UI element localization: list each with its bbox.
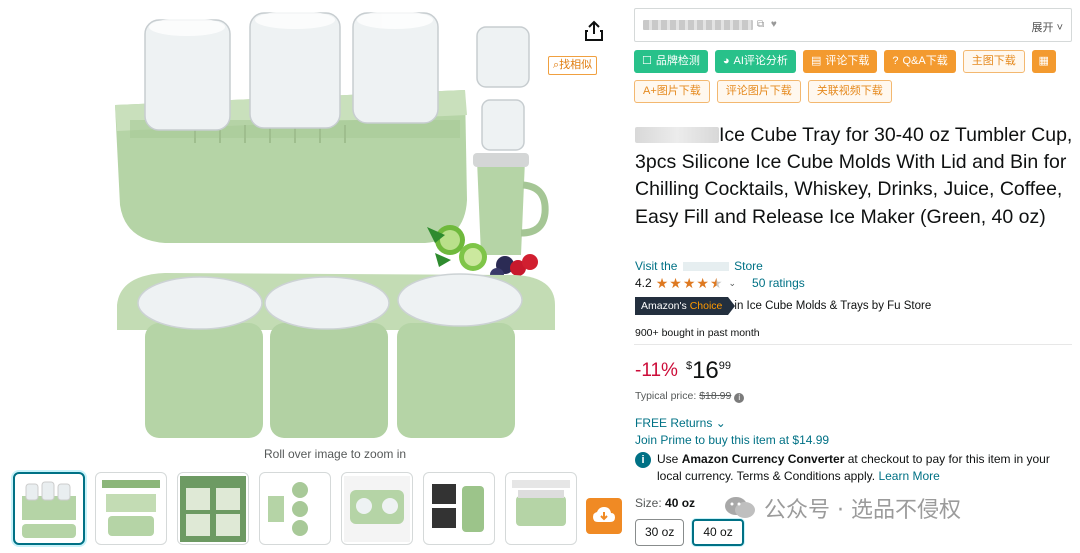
wechat-icon [725, 497, 755, 518]
thumbnail-2[interactable] [95, 472, 167, 545]
thumbnail-strip [13, 472, 577, 545]
image-gallery: ⌕找相似 Roll over image to zoom in [0, 0, 622, 553]
brand-check-button[interactable]: ☐ 品牌检测 [634, 50, 708, 73]
chevron-down-icon[interactable]: ⌄ [729, 278, 737, 289]
selected-size: 40 oz [665, 496, 696, 510]
learn-more-link[interactable]: Learn More [878, 469, 939, 483]
expand-toggle[interactable]: 展开 ˅ [1032, 19, 1063, 35]
plugin-search-bar[interactable]: ⧉ ♥ 展开 ˅ [634, 8, 1072, 42]
rating-value: 4.2 [635, 276, 652, 290]
currency-note-text: Use Amazon Currency Converter at checkou… [657, 452, 1050, 483]
divider [634, 344, 1072, 345]
size-label: Size: 40 oz [635, 496, 696, 510]
price-block: -11% $ 16 99 [635, 358, 731, 384]
price-whole: 16 [692, 357, 719, 384]
star-icon: ★ [655, 275, 669, 291]
blurred-store-name [682, 262, 729, 271]
star-icon: ★ [669, 275, 682, 291]
wechat-watermark: 公众号 · 选品不侵权 [724, 492, 961, 524]
product-info-panel: ⧉ ♥ 展开 ˅ ☐ 品牌检测 ◕ AI评论分析 ▤ 评论下载 ? Q&A下载 主图下载… [634, 0, 1074, 553]
aplus-image-download-button[interactable]: A+图片下载 [634, 80, 710, 103]
thumbnail-4[interactable] [259, 472, 331, 545]
pie-chart-icon: ◕ [722, 55, 730, 67]
store-link[interactable]: Visit the Store [635, 259, 763, 273]
thumbnail-5[interactable] [341, 472, 413, 545]
find-similar-button[interactable]: ⌕找相似 [548, 56, 598, 75]
blurred-brand [635, 127, 719, 143]
review-download-button[interactable]: ▤ 评论下载 [802, 50, 878, 73]
ai-review-analysis-button[interactable]: ◕ AI评论分析 [714, 50, 796, 73]
zoom-hint: Roll over image to zoom in [264, 447, 407, 461]
qa-download-button[interactable]: ? Q&A下载 [884, 50, 956, 73]
review-image-download-button[interactable]: 评论图片下载 [716, 80, 801, 103]
typical-price: Typical price: $18.99 i [635, 390, 745, 403]
bought-count: 900+ bought in past month [635, 327, 760, 339]
related-video-download-button[interactable]: 关联视频下载 [807, 80, 892, 103]
copy-icon[interactable]: ⧉ ♥ [757, 19, 779, 30]
choice-category[interactable]: in Ice Cube Molds & Trays by Fu Store [734, 300, 931, 312]
checkbox-icon: ☐ [642, 55, 652, 67]
cloud-download-icon [593, 507, 615, 522]
calculator-icon: ▦ [1038, 55, 1049, 67]
question-icon: ? [892, 55, 899, 67]
share-icon[interactable] [584, 20, 604, 42]
download-images-button[interactable] [586, 498, 622, 534]
join-prime-link[interactable]: Join Prime to buy this item at $14.99 [635, 433, 829, 447]
info-icon[interactable]: i [734, 393, 745, 403]
typical-price-value: $18.99 [699, 390, 732, 402]
rating-row: 4.2 ★ ★ ★ ★ ★ ⌄ 50 ratings [635, 276, 805, 290]
star-rating[interactable]: ★ ★ ★ ★ ★ [656, 276, 723, 290]
discount-percent: -11% [635, 360, 678, 381]
plugin-toolbar-row-1: ☐ 品牌检测 ◕ AI评论分析 ▤ 评论下载 ? Q&A下载 主图下载 ▦ [634, 50, 1056, 73]
thumbnail-3[interactable] [177, 472, 249, 545]
info-icon: i [635, 452, 651, 468]
find-similar-label: 找相似 [559, 59, 593, 71]
blurred-keyword [643, 20, 753, 30]
plugin-toolbar-row-2: A+图片下载 评论图片下载 关联视频下载 [634, 80, 892, 103]
star-icon: ★ [709, 275, 723, 291]
price-fraction: 99 [718, 360, 732, 372]
product-title: Ice Cube Tray for 30-40 oz Tumbler Cup, … [635, 124, 1073, 228]
chevron-down-icon: ⌄ [715, 416, 726, 430]
product-main-image[interactable] [105, 5, 575, 445]
size-option-30oz[interactable]: 30 oz [635, 519, 685, 546]
free-returns-link[interactable]: FREE Returns ⌄ [635, 416, 726, 430]
star-icon: ★ [682, 275, 696, 291]
main-image-download-button[interactable]: 主图下载 [962, 50, 1025, 73]
calculator-button[interactable]: ▦ [1031, 50, 1056, 73]
currency-converter-note: i Use Amazon Currency Converter at check… [635, 451, 1071, 485]
thumbnail-6[interactable] [423, 472, 495, 545]
amazons-choice-row: Amazon's Choice in Ice Cube Molds & Tray… [635, 297, 931, 315]
thumbnail-1[interactable] [13, 472, 85, 545]
comment-icon: ▤ [810, 55, 822, 67]
ratings-count-link[interactable]: 50 ratings [752, 276, 805, 290]
thumbnail-7[interactable] [505, 472, 577, 545]
amazons-choice-badge: Amazon's Choice [635, 297, 736, 315]
star-icon: ★ [696, 275, 709, 291]
